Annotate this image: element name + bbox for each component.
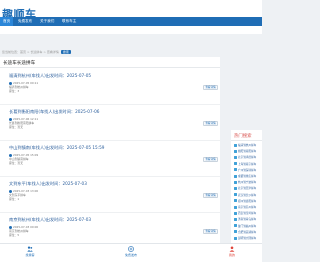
site-header: 趣顺车 首页 免费发布 关于我们 联系车主 — [0, 0, 262, 34]
hot-tag-icon — [234, 162, 237, 166]
hot-search-item[interactable]: 昆明到大理拼车 — [234, 236, 262, 242]
nav-item-home[interactable]: 首页 — [0, 17, 14, 26]
hot-search-panel: 热门搜索 福清到杭州拼车 衡阳到南阳拼车 北京到承德拼车 上海到南京拼车 广州到深圳拼车… — [231, 130, 262, 243]
hot-search-label: 杭州到宁波拼车 — [238, 181, 257, 185]
hot-search-item[interactable]: 北京到天津拼车 — [234, 186, 262, 192]
hot-search-label: 郑州到洛阳拼车 — [238, 199, 257, 203]
people-icon — [27, 246, 33, 252]
view-detail-button[interactable]: 查看详情 — [203, 157, 218, 162]
post-item[interactable]: 长葛到衡阳南阳(车找人)出发时间：2025-07-06 2025-07-06 1… — [0, 105, 220, 141]
post-title[interactable]: 文到东平(车找人)出发时间：2025-07-03 — [9, 181, 87, 187]
hot-search-item[interactable]: 福清到杭州拼车 — [234, 143, 262, 149]
hot-search-label: 广州到深圳拼车 — [238, 168, 257, 172]
hot-tag-icon — [234, 174, 237, 178]
hot-tag-icon — [234, 180, 237, 184]
post-seats: 座位：5 — [9, 233, 20, 237]
post-title[interactable]: 长葛到衡阳南阳(车找人)出发时间：2025-07-06 — [9, 109, 99, 115]
user-icon — [229, 246, 235, 252]
post-title[interactable]: 中山到镇南(车找人)出发时间：2025-07-05 15:59 — [9, 145, 104, 151]
hot-search-item[interactable]: 杭州到宁波拼车 — [234, 180, 262, 186]
hot-tag-icon — [234, 217, 237, 221]
nav-item-publish[interactable]: 免费发布 — [18, 17, 32, 26]
hot-tag-icon — [234, 155, 237, 159]
tab-label: 找乘客 — [25, 253, 35, 257]
view-detail-button[interactable]: 查看详情 — [203, 85, 218, 90]
hot-search-item[interactable]: 西安到宝鸡拼车 — [234, 211, 262, 217]
section-title: 长途车长途拼车 — [3, 61, 36, 66]
hot-tag-icon — [234, 199, 237, 203]
hot-search-item[interactable]: 郑州到洛阳拼车 — [234, 199, 262, 205]
search-button[interactable]: 搜索 — [60, 50, 71, 54]
tab-find-passenger[interactable]: 找乘客 — [10, 246, 50, 257]
hot-search-item[interactable]: 南京到苏州拼车 — [234, 205, 262, 211]
tab-publish[interactable]: 免费发布 — [111, 246, 151, 257]
hot-tag-icon — [234, 168, 237, 172]
hot-tag-icon — [234, 236, 237, 240]
hot-tag-icon — [234, 143, 237, 147]
post-seats: 座位：暂无 — [9, 125, 23, 129]
view-detail-button[interactable]: 查看详情 — [203, 229, 218, 234]
hot-search-label: 昆明到大理拼车 — [238, 237, 257, 240]
hot-search-item[interactable]: 广州到深圳拼车 — [234, 168, 262, 174]
post-title[interactable]: 福清到杭州(车找人)出发时间：2025-07-05 — [9, 73, 91, 79]
post-item[interactable]: 中山到镇南(车找人)出发时间：2025-07-05 15:59 2025-07-… — [0, 141, 220, 177]
hot-search-title: 热门搜索 — [234, 134, 252, 139]
hot-tag-icon — [234, 224, 237, 228]
publish-icon — [128, 246, 134, 252]
post-item[interactable]: 福清到杭州(车找人)出发时间：2025-07-05 2025-07-05 09:… — [0, 69, 220, 105]
view-detail-button[interactable]: 查看详情 — [203, 193, 218, 198]
hot-search-item[interactable]: 衡阳到南阳拼车 — [234, 149, 262, 155]
hot-search-item[interactable]: 合肥到芜湖拼车 — [234, 230, 262, 236]
hot-search-label: 衡阳到南阳拼车 — [238, 150, 257, 154]
hot-tag-icon — [234, 230, 237, 234]
main-nav: 首页 免费发布 关于我们 联系车主 — [0, 17, 262, 26]
post-seats: 座位：1 — [9, 197, 20, 201]
hot-search-label: 南京到苏州拼车 — [238, 206, 257, 209]
hot-search-label: 厦门到福州拼车 — [238, 224, 257, 228]
hot-search-item[interactable]: 厦门到福州拼车 — [234, 224, 262, 230]
post-seats: 座位：暂无 — [9, 161, 23, 165]
hot-tag-icon — [234, 211, 237, 215]
hot-search-item[interactable]: 上海到南京拼车 — [234, 162, 262, 168]
hot-search-item[interactable]: 济南到青岛拼车 — [234, 217, 262, 223]
hot-search-item[interactable]: 成都到重庆拼车 — [234, 174, 262, 180]
nav-item-about[interactable]: 关于我们 — [40, 17, 54, 26]
hot-search-label: 合肥到芜湖拼车 — [238, 230, 257, 234]
hot-tag-icon — [234, 205, 237, 209]
hot-search-label: 北京到承德拼车 — [238, 156, 257, 160]
bottom-tab-bar: 找乘客 免费发布 我的 — [0, 243, 262, 262]
hot-search-label: 北京到天津拼车 — [238, 187, 257, 191]
hot-tag-icon — [234, 186, 237, 190]
divider — [0, 67, 220, 68]
post-seats: 座位：3 — [9, 89, 20, 93]
post-list-card: 长途车长途拼车 福清到杭州(车找人)出发时间：2025-07-05 2025-0… — [0, 57, 220, 243]
divider — [231, 140, 262, 141]
post-title[interactable]: 南京到杭州(车找人)出发时间：2025-07-03 — [9, 217, 91, 223]
hot-tag-icon — [234, 149, 237, 153]
hot-search-label: 西安到宝鸡拼车 — [238, 212, 257, 216]
hot-search-label: 济南到青岛拼车 — [238, 218, 257, 222]
breadcrumb-text: 您当前位置：首页 > 长途拼车 > 查看详情 — [2, 50, 59, 54]
hot-search-label: 成都到重庆拼车 — [238, 175, 257, 178]
tab-label: 免费发布 — [124, 253, 137, 257]
hot-search-item[interactable]: 北京到承德拼车 — [234, 155, 262, 161]
tab-mine[interactable]: 我的 — [212, 246, 252, 257]
hot-tag-icon — [234, 193, 237, 197]
hot-search-label: 武汉到长沙拼车 — [238, 193, 257, 197]
view-detail-button[interactable]: 查看详情 — [203, 121, 218, 126]
hot-search-item[interactable]: 武汉到长沙拼车 — [234, 193, 262, 199]
hot-search-label: 上海到南京拼车 — [238, 162, 257, 166]
breadcrumb: 您当前位置：首页 > 长途拼车 > 查看详情 搜索 — [2, 50, 71, 54]
hot-search-label: 福清到杭州拼车 — [238, 144, 257, 147]
post-item[interactable]: 文到东平(车找人)出发时间：2025-07-03 2025-07-03 13:0… — [0, 177, 220, 213]
tab-label: 我的 — [228, 253, 235, 257]
nav-item-contact[interactable]: 联系车主 — [62, 17, 76, 26]
